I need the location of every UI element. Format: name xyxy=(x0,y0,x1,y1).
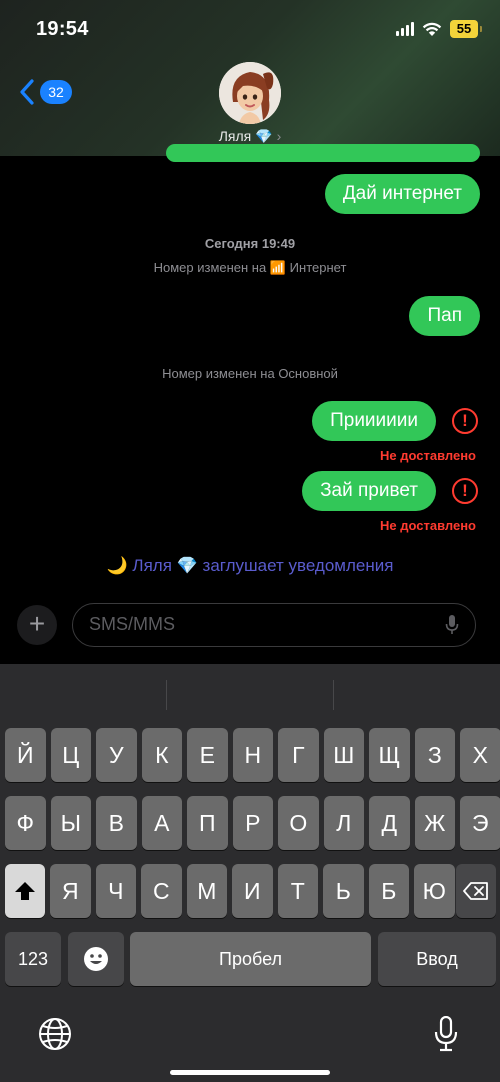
letter-key[interactable]: Я xyxy=(50,864,91,918)
conversation-header: 19:54 55 32 Ляля 💎 › xyxy=(0,0,500,156)
letter-key[interactable]: Э xyxy=(460,796,500,850)
letter-key[interactable]: Ю xyxy=(414,864,455,918)
letter-key[interactable]: Д xyxy=(369,796,410,850)
status-icons: 55 xyxy=(396,20,482,38)
message-thread[interactable]: Дай интернет Сегодня 19:49 Номер изменен… xyxy=(0,144,500,596)
emoji-key[interactable] xyxy=(68,932,124,986)
unread-count-badge: 32 xyxy=(40,80,72,104)
emoji-icon xyxy=(84,947,108,971)
back-button[interactable]: 32 xyxy=(18,78,72,106)
keyboard: ЙЦУКЕНГШЩЗХ ФЫВАПРОЛДЖЭ ЯЧСМИТЬБЮ 123 Проб… xyxy=(0,664,500,1082)
letter-key[interactable]: Н xyxy=(232,728,274,782)
contact-name-row[interactable]: Ляля 💎 › xyxy=(0,128,500,145)
letter-key[interactable]: В xyxy=(96,796,137,850)
message-bubble[interactable]: Дай интернет xyxy=(324,174,480,214)
wifi-icon xyxy=(422,22,442,36)
chevron-right-icon: › xyxy=(276,128,282,144)
letter-key[interactable]: Й xyxy=(5,728,46,782)
home-indicator[interactable] xyxy=(170,1070,330,1075)
shift-icon xyxy=(15,882,35,900)
message-bubble-undelivered[interactable]: Прииииии xyxy=(312,401,436,441)
letter-key[interactable]: Ь xyxy=(323,864,364,918)
globe-icon[interactable] xyxy=(38,1017,72,1051)
letter-key[interactable]: Ш xyxy=(323,728,365,782)
backspace-icon xyxy=(463,882,488,900)
letter-key[interactable]: Е xyxy=(187,728,228,782)
letter-key[interactable]: Х xyxy=(460,728,500,782)
letter-key[interactable]: А xyxy=(141,796,183,850)
backspace-key[interactable] xyxy=(456,864,496,918)
message-bubble-undelivered[interactable]: Зай привет xyxy=(302,471,436,511)
letter-key[interactable]: О xyxy=(278,796,319,850)
numbers-key[interactable]: 123 xyxy=(5,932,61,986)
status-time: 19:54 xyxy=(36,18,89,40)
signal-icon xyxy=(396,22,414,36)
error-icon[interactable]: ! xyxy=(452,408,478,434)
letter-key[interactable]: Г xyxy=(278,728,319,782)
letter-key[interactable]: Ж xyxy=(414,796,456,850)
shift-key[interactable] xyxy=(5,864,45,918)
suggestion-divider xyxy=(333,680,334,710)
apps-plus-button[interactable]: + xyxy=(17,605,57,645)
mic-icon[interactable] xyxy=(433,1016,459,1052)
chevron-left-icon xyxy=(20,79,34,105)
letter-key[interactable]: Ф xyxy=(5,796,46,850)
letter-key[interactable]: Ц xyxy=(50,728,92,782)
message-bubble-cutoff[interactable] xyxy=(166,144,480,162)
input-placeholder: SMS/MMS xyxy=(89,614,176,634)
letter-key[interactable]: П xyxy=(187,796,228,850)
letter-key[interactable]: Ы xyxy=(50,796,92,850)
letter-key[interactable]: К xyxy=(141,728,183,782)
contact-avatar[interactable] xyxy=(219,62,281,124)
wifi-badge-icon: 📶 xyxy=(269,260,287,275)
message-input[interactable]: SMS/MMS xyxy=(72,603,476,647)
focus-mode-notice: 🌙 Ляля 💎 заглушает уведомления xyxy=(106,556,394,575)
suggestion-divider xyxy=(166,680,167,710)
letter-key[interactable]: Щ xyxy=(369,728,410,782)
error-icon[interactable]: ! xyxy=(452,478,478,504)
contact-name: Ляля 💎 xyxy=(218,128,273,144)
letter-key[interactable]: М xyxy=(186,864,228,918)
letter-key[interactable]: Б xyxy=(368,864,410,918)
letter-key[interactable]: Л xyxy=(323,796,365,850)
letter-key[interactable]: У xyxy=(96,728,137,782)
letter-key[interactable]: Т xyxy=(277,864,319,918)
dictation-mic-icon[interactable] xyxy=(445,615,459,635)
timestamp: Сегодня 19:49 xyxy=(204,236,296,251)
message-bubble[interactable]: Пап xyxy=(409,296,480,336)
letter-key[interactable]: Ч xyxy=(95,864,137,918)
number-change-notice: Номер изменен на Основной xyxy=(162,366,338,381)
letter-key[interactable]: З xyxy=(414,728,456,782)
letter-key[interactable]: С xyxy=(141,864,182,918)
not-delivered-label: Не доставлено xyxy=(379,518,476,533)
space-key[interactable]: Пробел xyxy=(130,932,371,986)
return-key[interactable]: Ввод xyxy=(378,932,496,986)
letter-key[interactable]: И xyxy=(232,864,273,918)
number-change-notice: Номер изменен на 📶 Интернет xyxy=(153,260,347,275)
letter-key[interactable]: Р xyxy=(232,796,274,850)
not-delivered-label: Не доставлено xyxy=(379,448,476,463)
battery-indicator: 55 xyxy=(450,20,482,38)
